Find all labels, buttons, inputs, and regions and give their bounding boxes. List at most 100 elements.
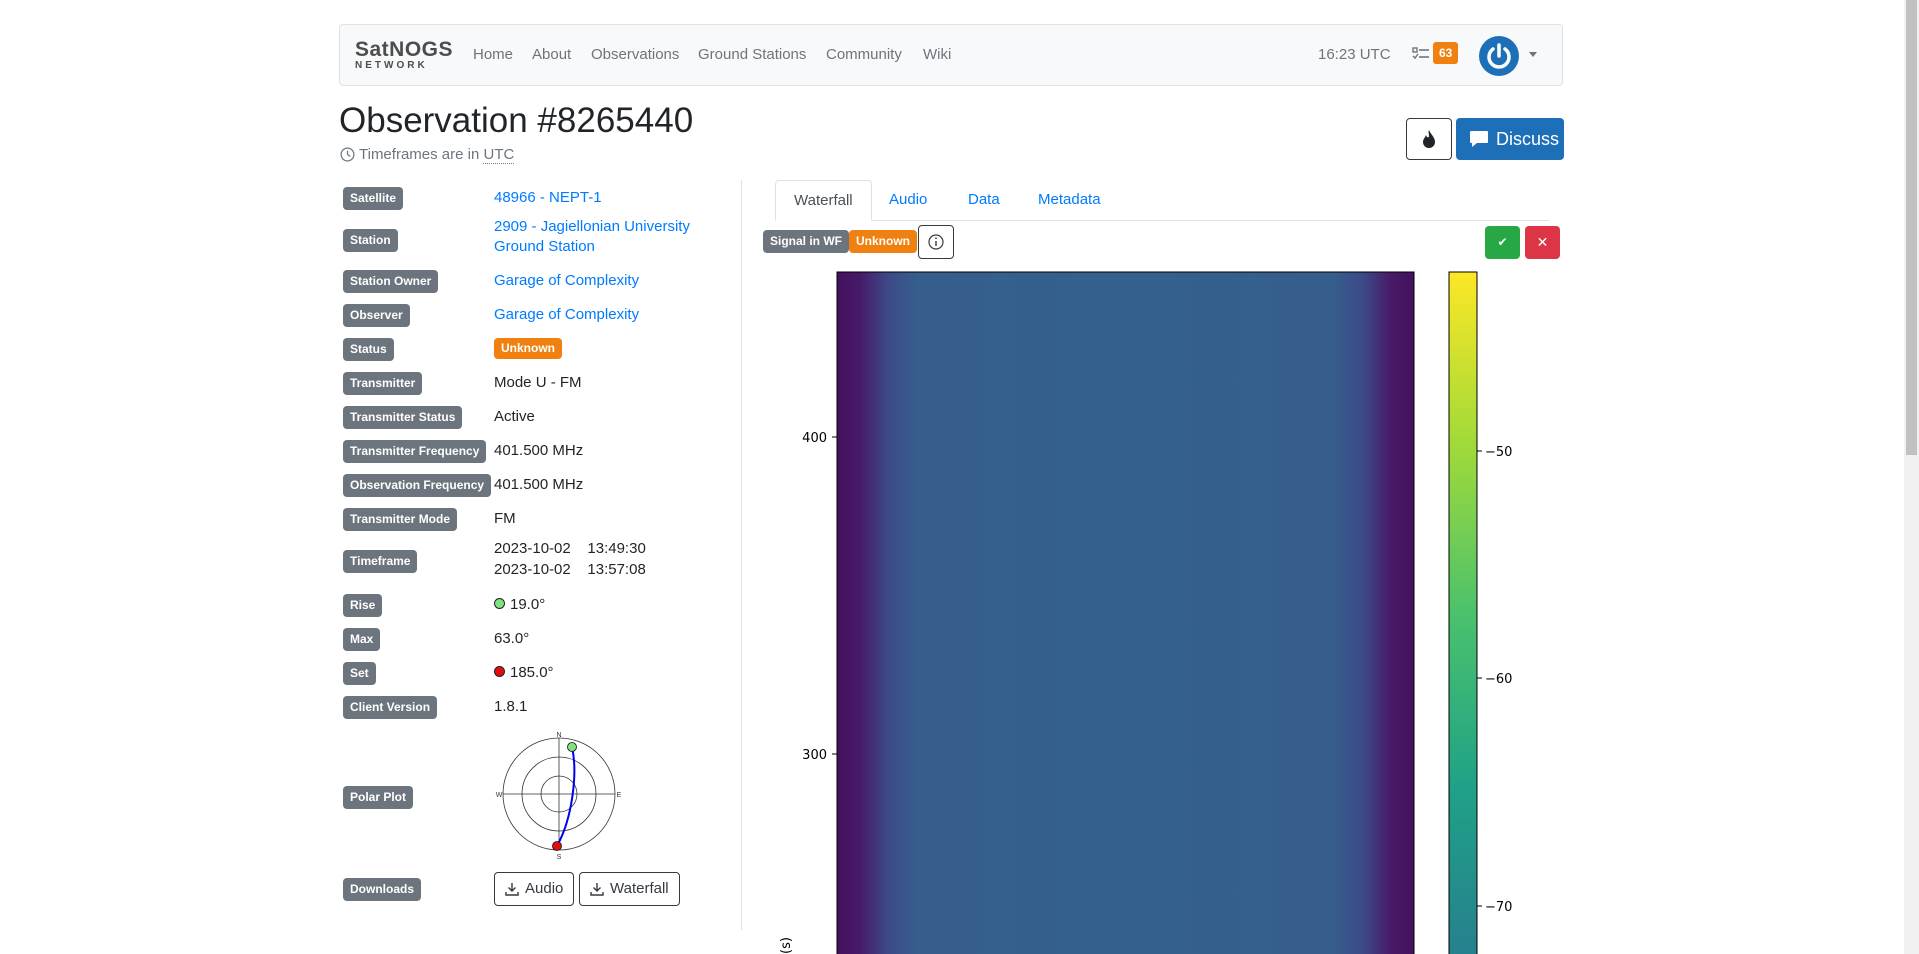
tasks-icon[interactable] xyxy=(1412,45,1430,63)
tab-metadata[interactable]: Metadata xyxy=(1020,180,1119,220)
y-tick-label-300: 300 xyxy=(802,748,827,763)
clock-icon xyxy=(340,147,355,162)
satellite-link[interactable]: 48966 - NEPT-1 xyxy=(494,188,602,208)
client-version-value: 1.8.1 xyxy=(494,698,528,715)
downloads-label: Downloads xyxy=(343,878,422,901)
discuss-button[interactable]: Discuss xyxy=(1456,118,1564,160)
tab-waterfall[interactable]: Waterfall xyxy=(775,180,872,221)
waterfall-status-badge: Unknown xyxy=(849,230,917,253)
nav-home[interactable]: Home xyxy=(473,45,513,65)
fire-button[interactable] xyxy=(1406,118,1452,160)
timeframe-end: 2023-10-02 13:57:08 xyxy=(494,561,646,578)
transmitter-frequency-value: 401.500 MHz xyxy=(494,442,584,459)
polar-plot: N E S W xyxy=(496,732,622,861)
logo-text-top: SatNOGS xyxy=(355,38,454,61)
nav-wiki[interactable]: Wiki xyxy=(923,45,951,65)
status-badge: Unknown xyxy=(494,338,562,359)
power-icon xyxy=(1487,43,1511,69)
station-label: Station xyxy=(343,229,398,252)
transmitter-mode-label: Transmitter Mode xyxy=(343,508,458,531)
download-icon xyxy=(505,883,519,896)
top-navbar: SatNOGS NETWORK Home About Observations … xyxy=(339,24,1563,86)
satnogs-logo[interactable]: SatNOGS NETWORK xyxy=(355,39,453,73)
close-icon: ✕ xyxy=(1536,234,1549,250)
page-title: Observation #8265440 xyxy=(339,101,694,140)
station-owner-link[interactable]: Garage of Complexity xyxy=(494,271,639,291)
check-icon: ✔ xyxy=(1497,235,1508,249)
comment-icon xyxy=(1470,131,1488,147)
download-waterfall-label: Waterfall xyxy=(610,880,669,897)
discuss-label: Discuss xyxy=(1496,129,1560,149)
station-link-line1[interactable]: 2909 - Jagiellonian University xyxy=(494,217,690,237)
tab-audio[interactable]: Audio xyxy=(871,180,945,220)
download-waterfall-button[interactable]: Waterfall xyxy=(579,872,680,906)
nav-community[interactable]: Community xyxy=(826,45,902,65)
nav-observations[interactable]: Observations xyxy=(591,45,679,65)
download-icon xyxy=(590,883,604,896)
set-dot-icon xyxy=(494,666,505,677)
polar-label-w: W xyxy=(496,792,503,799)
utc-clock: 16:23 UTC xyxy=(1318,46,1391,63)
info-button[interactable] xyxy=(918,225,954,259)
polar-plot-label: Polar Plot xyxy=(343,786,414,809)
observer-label: Observer xyxy=(343,304,410,327)
download-audio-button[interactable]: Audio xyxy=(494,872,575,906)
nav-ground-stations[interactable]: Ground Stations xyxy=(698,45,806,65)
timeframe-note: Timeframes are in UTC xyxy=(340,146,515,164)
observation-frequency-label: Observation Frequency xyxy=(343,474,492,497)
observer-link[interactable]: Garage of Complexity xyxy=(494,305,639,325)
scrollbar-thumb[interactable] xyxy=(1906,0,1917,455)
status-value: Unknown xyxy=(494,338,562,359)
observation-tabs: Waterfall Audio Data Metadata xyxy=(775,180,1549,221)
vet-bad-button[interactable]: ✕ xyxy=(1525,226,1560,259)
column-divider xyxy=(741,180,742,930)
nav-about[interactable]: About xyxy=(532,45,571,65)
transmitter-status-value: Active xyxy=(494,408,535,425)
observation-frequency-value: 401.500 MHz xyxy=(494,476,584,493)
satellite-label: Satellite xyxy=(343,187,404,210)
polar-rise-marker xyxy=(567,742,577,752)
y-axis-label: (s) xyxy=(779,937,794,954)
status-label: Status xyxy=(343,338,394,361)
timezone-abbr: UTC xyxy=(483,146,515,164)
max-value: 63.0° xyxy=(494,630,530,647)
download-audio-label: Audio xyxy=(525,880,564,897)
user-avatar[interactable] xyxy=(1479,36,1519,76)
max-label: Max xyxy=(343,628,381,651)
colorbar-tick-label-50: −50 xyxy=(1485,445,1512,460)
caret-down-icon[interactable] xyxy=(1529,52,1537,57)
polar-label-e: E xyxy=(617,792,622,799)
y-tick-label-400: 400 xyxy=(802,431,827,446)
logo-text-bottom: NETWORK xyxy=(355,60,428,71)
set-value-wrap: 185.0° xyxy=(494,663,554,683)
fire-icon xyxy=(1423,130,1435,148)
polar-label-n: N xyxy=(556,732,561,739)
transmitter-label: Transmitter xyxy=(343,372,423,395)
timeframe-start: 2023-10-02 13:49:30 xyxy=(494,540,646,557)
rise-label: Rise xyxy=(343,594,383,617)
set-label: Set xyxy=(343,662,376,685)
station-link-line2[interactable]: Ground Station xyxy=(494,237,595,257)
tasks-count-badge[interactable]: 63 xyxy=(1433,42,1459,64)
timeframe-note-text: Timeframes are in xyxy=(359,146,480,163)
station-owner-label: Station Owner xyxy=(343,270,439,293)
rise-dot-icon xyxy=(494,598,505,609)
client-version-label: Client Version xyxy=(343,696,438,719)
rise-value-wrap: 19.0° xyxy=(494,595,545,615)
waterfall-spectrogram xyxy=(836,271,1415,954)
colorbar-tick-label-70: −70 xyxy=(1485,900,1512,915)
colorbar xyxy=(1448,271,1478,954)
signal-in-wf-badge: Signal in WF xyxy=(763,230,849,253)
colorbar-tick-label-60: −60 xyxy=(1485,672,1512,687)
transmitter-frequency-label: Transmitter Frequency xyxy=(343,440,487,463)
waterfall-image: 400 300 (s) −50 −60 −70 xyxy=(779,271,1512,954)
transmitter-value: Mode U - FM xyxy=(494,374,582,391)
polar-label-s: S xyxy=(557,854,562,861)
transmitter-status-label: Transmitter Status xyxy=(343,406,463,429)
rise-value: 19.0° xyxy=(510,596,546,613)
vet-good-button[interactable]: ✔ xyxy=(1485,226,1520,259)
timeframe-label: Timeframe xyxy=(343,550,418,573)
tab-data[interactable]: Data xyxy=(950,180,1018,220)
page-scrollbar[interactable] xyxy=(1904,0,1919,954)
info-icon xyxy=(928,234,944,250)
